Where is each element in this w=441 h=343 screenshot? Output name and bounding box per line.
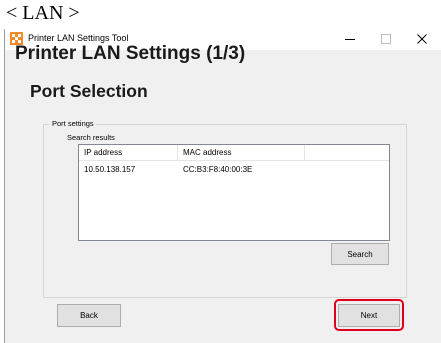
figure-caption: < LAN >: [6, 2, 80, 24]
column-header-mac[interactable]: MAC address: [178, 145, 305, 160]
maximize-button[interactable]: [368, 29, 404, 50]
minimize-icon: [345, 31, 355, 49]
page-title: Printer LAN Settings (1/3): [15, 43, 246, 64]
column-header-ip[interactable]: IP address: [79, 145, 178, 160]
page-subtitle: Port Selection: [30, 81, 148, 101]
search-results-list[interactable]: IP address MAC address 10.50.138.157 CC:…: [78, 144, 390, 241]
search-results-label: Search results: [67, 133, 115, 142]
back-button[interactable]: Back: [57, 304, 121, 327]
port-settings-label: Port settings: [50, 119, 96, 128]
ip-address-cell: 10.50.138.157: [84, 165, 136, 174]
search-button[interactable]: Search: [331, 243, 389, 265]
maximize-icon: [381, 31, 391, 49]
close-icon: [417, 31, 427, 49]
close-button[interactable]: [404, 29, 440, 50]
list-item[interactable]: 10.50.138.157 CC:B3:F8:40:00:3E: [79, 163, 389, 177]
next-button[interactable]: Next: [338, 304, 400, 327]
list-header: IP address MAC address: [79, 145, 389, 161]
minimize-button[interactable]: [332, 29, 368, 50]
mac-address-cell: CC:B3:F8:40:00:3E: [183, 165, 253, 174]
window-title: Printer LAN Settings Tool: [28, 33, 129, 43]
